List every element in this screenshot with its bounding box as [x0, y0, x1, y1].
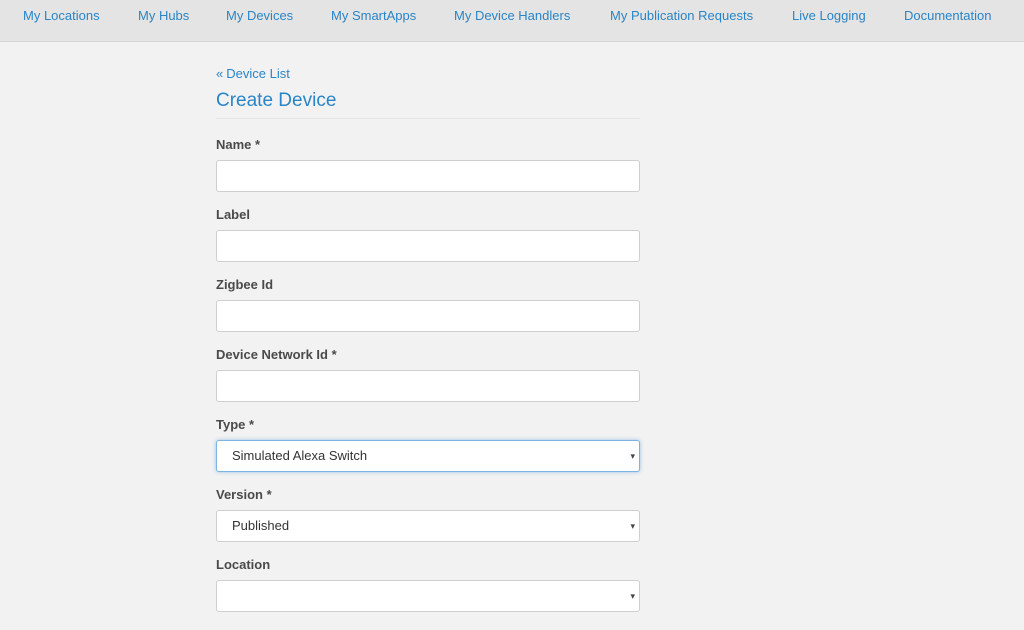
nav-my-hubs[interactable]: My Hubs: [138, 8, 189, 23]
nav-my-smartapps[interactable]: My SmartApps: [331, 8, 416, 23]
nav-my-devices[interactable]: My Devices: [226, 8, 293, 23]
chevron-down-icon: ▾: [630, 591, 635, 601]
create-device-panel: «Device List Create Device Name * Label …: [216, 66, 640, 612]
location-label: Location: [216, 557, 271, 572]
label-label: Label: [216, 207, 250, 222]
back-arrow-icon: «: [216, 66, 224, 81]
top-navigation-bar: My Locations My Hubs My Devices My Smart…: [0, 0, 1024, 42]
label-field-group: Label: [216, 207, 640, 262]
location-field-group: Location ▾: [216, 557, 640, 612]
nav-my-device-handlers[interactable]: My Device Handlers: [454, 8, 570, 23]
chevron-down-icon: ▾: [630, 451, 635, 461]
type-selected-value: Simulated Alexa Switch: [232, 448, 368, 463]
location-select[interactable]: ▾: [216, 580, 640, 612]
type-label: Type *: [216, 417, 255, 432]
nav-documentation[interactable]: Documentation: [904, 8, 991, 23]
zigbee-id-field-group: Zigbee Id: [216, 277, 640, 332]
nav-my-locations[interactable]: My Locations: [23, 8, 100, 23]
device-network-id-field-group: Device Network Id *: [216, 347, 640, 402]
device-network-id-input[interactable]: [216, 370, 640, 402]
page-title: Create Device: [216, 89, 640, 119]
type-field-group: Type * Simulated Alexa Switch ▾: [216, 417, 640, 472]
device-network-id-label: Device Network Id *: [216, 347, 337, 362]
version-label: Version *: [216, 487, 272, 502]
name-label: Name *: [216, 137, 261, 152]
nav-live-logging[interactable]: Live Logging: [792, 8, 866, 23]
label-input[interactable]: [216, 230, 640, 262]
back-link-label: Device List: [226, 66, 290, 81]
back-to-device-list-link[interactable]: «Device List: [216, 66, 640, 81]
name-input[interactable]: [216, 160, 640, 192]
version-selected-value: Published: [232, 518, 290, 533]
zigbee-id-label: Zigbee Id: [216, 277, 274, 292]
name-field-group: Name *: [216, 137, 640, 192]
zigbee-id-input[interactable]: [216, 300, 640, 332]
chevron-down-icon: ▾: [630, 521, 635, 531]
version-field-group: Version * Published ▾: [216, 487, 640, 542]
nav-my-publication-requests[interactable]: My Publication Requests: [610, 8, 753, 23]
version-select[interactable]: Published ▾: [216, 510, 640, 542]
type-select[interactable]: Simulated Alexa Switch ▾: [216, 440, 640, 472]
